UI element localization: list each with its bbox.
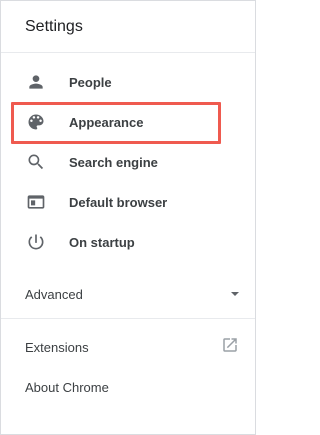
palette-icon — [26, 112, 46, 132]
page-title: Settings — [25, 17, 83, 35]
menu-item-label: On startup — [69, 234, 135, 250]
menu-item-label: Appearance — [69, 114, 144, 130]
menu-item-people[interactable]: People — [1, 62, 255, 102]
menu-item-appearance[interactable]: Appearance — [1, 102, 255, 142]
menu-item-search-engine[interactable]: Search engine — [1, 142, 255, 182]
about-chrome-link[interactable]: About Chrome — [1, 367, 255, 407]
extensions-label: Extensions — [25, 339, 89, 355]
power-icon — [26, 232, 46, 252]
menu-item-default-browser[interactable]: Default browser — [1, 182, 255, 222]
sidebar-header: Settings — [1, 1, 255, 53]
advanced-toggle[interactable]: Advanced — [1, 270, 255, 319]
settings-sidebar: Settings People Appearance Search engine — [0, 0, 256, 435]
extensions-link[interactable]: Extensions — [1, 327, 255, 367]
caret-down-icon — [231, 292, 239, 296]
person-icon — [26, 72, 46, 92]
about-chrome-label: About Chrome — [25, 379, 109, 395]
browser-window-icon — [26, 192, 46, 212]
settings-menu: People Appearance Search engine Default … — [1, 53, 255, 262]
advanced-label: Advanced — [25, 286, 83, 302]
menu-item-on-startup[interactable]: On startup — [1, 222, 255, 262]
menu-item-label: People — [69, 74, 112, 90]
search-icon — [26, 152, 46, 172]
menu-item-label: Default browser — [69, 194, 168, 210]
open-in-new-icon — [221, 336, 239, 359]
menu-item-label: Search engine — [69, 154, 158, 170]
